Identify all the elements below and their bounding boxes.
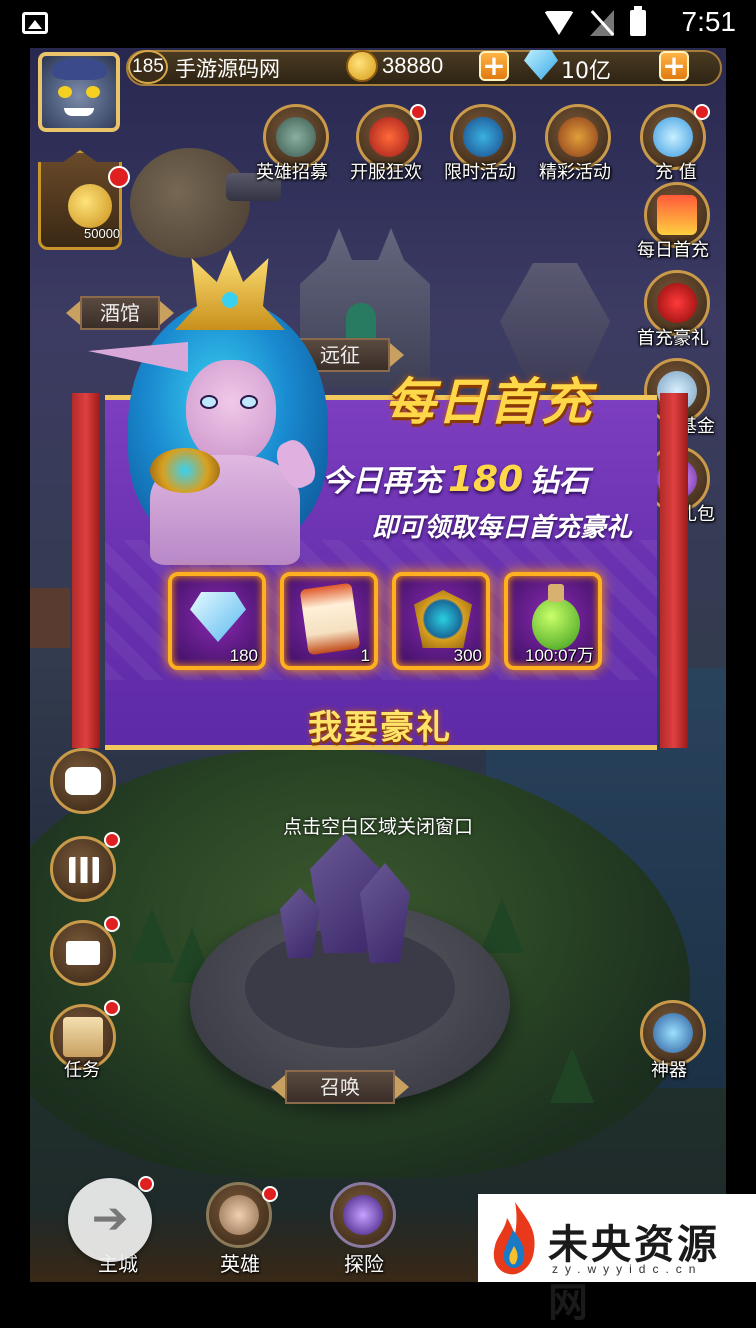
task-scroll-icon [63,1017,103,1057]
status-icons [544,6,646,36]
diamond-amount: 10亿 [561,59,611,84]
limited-event-icon [463,117,503,157]
reward-qty: 300 [453,646,482,665]
artifact-label: 神器 [651,1060,687,1081]
tavern-value: 50000 [84,226,121,241]
limited-event-label: 限时活动 [444,162,516,183]
avatar-hair [52,58,107,80]
notification-dot [104,916,120,932]
hero-recruit-label: 英雄招募 [256,162,328,183]
player-name[interactable]: 手游源码网 [175,53,280,83]
popup-curtain-left [72,393,100,748]
ranking-bars-icon [69,857,99,883]
reward-qty: 180 [229,646,258,665]
artifact-icon [653,1013,693,1053]
add-gold-button[interactable]: + [479,51,509,81]
red-pouch-icon [657,283,697,323]
recharge-icon [653,117,693,157]
status-bar: 7:51 [0,0,756,48]
diamond-icon [190,592,246,642]
status-time: 7:51 [681,6,737,37]
notification-dot [108,166,130,188]
chat-bubble-icon [65,767,101,795]
reward-item[interactable]: 300 [392,572,490,670]
chat-button[interactable] [50,748,116,814]
emblem-icon [414,590,472,648]
server-carnival-icon [369,117,409,157]
requirement-amount: 180 [448,459,524,500]
coin-icon [68,184,112,228]
task-label: 任务 [64,1060,100,1081]
crown-gem [222,292,238,308]
notification-dot [694,104,710,120]
summon-banner[interactable]: 召唤 [271,1070,409,1104]
notification-dot [410,104,426,120]
watermark-url: zy.wyyidc.cn [552,1262,703,1276]
reward-list: 180 1 300 100:07万 [168,572,608,682]
no-sim-icon [590,10,614,36]
hero-label[interactable]: 英雄 [220,1248,260,1277]
recharge-label: 充 值 [655,162,697,183]
flame-logo-icon [493,1202,535,1275]
featured-event-label: 精彩活动 [539,162,611,183]
add-diamond-button[interactable]: + [659,51,689,81]
hero-portrait-icon [219,1195,259,1235]
popup-title: 每日首充 [385,372,593,431]
avatar-eye [58,86,72,98]
potion-neck [548,584,564,602]
notification-dot [104,1000,120,1016]
claim-gift-button[interactable]: 我要豪礼 [250,700,510,756]
hero-recruit-icon [276,117,316,157]
requirement-prefix: 今日再充 [322,464,442,499]
popup-curtain-right [660,393,688,748]
arrow-right-icon[interactable]: ➔ [68,1178,152,1262]
reward-item[interactable]: 180 [168,572,266,670]
avatar-mouth [64,108,94,116]
reward-qty: 1 [360,646,370,665]
tavern-banner[interactable]: 酒馆 [66,296,174,330]
server-carnival-label: 开服狂欢 [350,162,422,183]
popup-description: 即可领取每日首充豪礼 [372,513,633,543]
image-icon [22,12,48,34]
heroine-armor [150,448,220,493]
portal-icon [343,1195,383,1235]
daily-first-recharge-label: 每日首充 [637,240,709,261]
reward-qty: 100:07万 [525,646,594,665]
featured-event-icon [558,117,598,157]
mail-icon [66,941,100,965]
gift-box-icon [657,195,697,235]
notification-dot [262,1186,278,1202]
player-level-badge: 185 [128,50,168,84]
gold-coin-icon [346,50,378,82]
reward-item[interactable]: 1 [280,572,378,670]
requirement-suffix: 钻石 [529,464,590,499]
popup-requirement: 今日再充 180 钻石 [322,456,589,500]
player-avatar[interactable] [38,52,120,132]
avatar-eye [86,86,100,98]
scroll-icon [299,582,361,656]
reward-item[interactable]: 100:07万 [504,572,602,670]
heroine-eye [240,395,258,409]
first-recharge-gift-label: 首充豪礼 [637,328,709,349]
explore-nav-button[interactable] [330,1182,396,1248]
gold-amount: 38880 [382,53,444,78]
heroine-eye [200,395,218,409]
close-hint: 点击空白区域关闭窗口 [282,816,473,838]
notification-dot [138,1176,154,1192]
explore-label[interactable]: 探险 [344,1248,384,1277]
battery-icon [630,6,646,36]
wifi-icon [544,11,574,35]
